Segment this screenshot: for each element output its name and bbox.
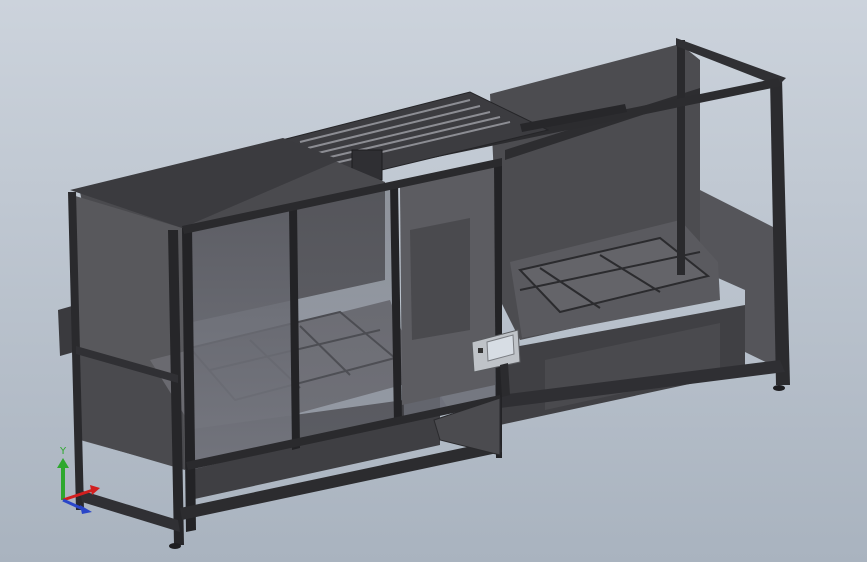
hmi-button [478,348,483,353]
cad-viewport[interactable]: Y [0,0,867,562]
leveling-foot-left [169,543,181,549]
glass-door-center [292,186,396,445]
right-rear-post [677,40,685,275]
glass-door-left [186,208,296,470]
leveling-foot-right [773,385,785,391]
center-divider-inner [410,218,470,340]
machine-model: Y [0,0,867,562]
triad-y-label: Y [59,446,67,457]
